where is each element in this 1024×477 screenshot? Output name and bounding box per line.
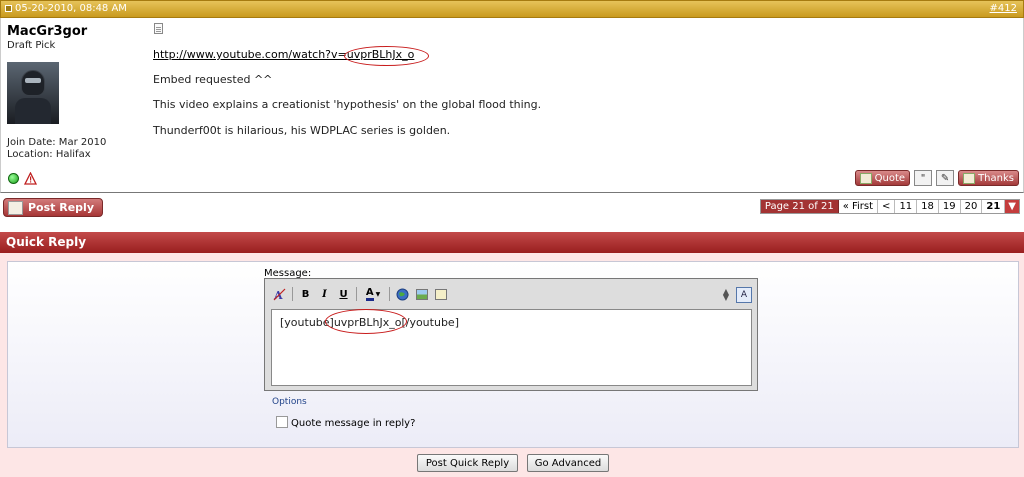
avatar[interactable] — [7, 62, 59, 124]
join-date: Join Date: Mar 2010 — [7, 137, 107, 148]
current-page: 21 — [982, 200, 1006, 213]
font-color-label: A — [365, 287, 374, 301]
font-color-button[interactable]: A ▼ — [361, 286, 385, 302]
switch-editor-mode-icon[interactable]: A — [736, 287, 752, 303]
thanks-icon — [963, 172, 976, 184]
post-reply-button[interactable]: Post Reply — [3, 198, 103, 217]
online-status-icon — [8, 173, 19, 184]
page-count-label: Page 21 of 21 — [760, 200, 839, 213]
avatar-figure-head — [21, 70, 45, 96]
insert-image-icon[interactable] — [413, 286, 430, 302]
chevron-down-icon: ▼ — [375, 290, 381, 298]
resize-arrows-icon[interactable]: ▲ ▼ — [723, 288, 729, 302]
toolbar-separator — [389, 287, 390, 301]
thanks-button[interactable]: Thanks — [958, 170, 1019, 186]
post-quick-reply-button[interactable]: Post Quick Reply — [417, 454, 518, 472]
quick-quote-icon[interactable]: ✎ — [936, 170, 955, 186]
post-actions: Quote " ✎ Thanks — [854, 170, 1019, 186]
quote-button[interactable]: Quote — [854, 170, 911, 186]
post-reply-label: Post Reply — [28, 201, 94, 214]
toolbar-separator — [292, 287, 293, 301]
italic-button[interactable]: I — [316, 286, 333, 302]
post-body: MacGr3gor Draft Pick Join Date: Mar 2010… — [0, 18, 1024, 193]
post-line-1: Embed requested ^^ — [153, 73, 273, 86]
toolbar-separator — [356, 287, 357, 301]
insert-link-icon[interactable] — [394, 286, 411, 302]
page-link[interactable]: 20 — [960, 200, 983, 213]
post-line-3: Thunderf00t is hilarious, his WDPLAC ser… — [153, 124, 451, 137]
options-link[interactable]: Options — [272, 397, 307, 407]
pagination: Page 21 of 21 « First < 11 18 19 20 21 ▼ — [759, 199, 1020, 214]
bold-button[interactable]: B — [297, 286, 314, 302]
avatar-figure-visor — [25, 78, 41, 83]
post-line-2: This video explains a creationist 'hypot… — [153, 98, 542, 111]
quote-icon — [859, 172, 872, 184]
annotation-oval-message — [325, 309, 407, 334]
wrap-quote-glyph — [434, 288, 447, 300]
post-date: 05-20-2010, 08:48 AM — [5, 3, 127, 14]
user-title: Draft Pick — [7, 40, 56, 51]
post-number-link[interactable]: #412 — [990, 3, 1017, 14]
quote-label: Quote — [874, 172, 906, 184]
post-date-text: 05-20-2010, 08:48 AM — [15, 3, 127, 14]
wrap-quote-icon[interactable] — [432, 286, 449, 302]
post-header: 05-20-2010, 08:48 AM #412 — [0, 0, 1024, 18]
post-status-icon — [5, 5, 12, 12]
username-link[interactable]: MacGr3gor — [7, 24, 87, 39]
post-icon — [154, 23, 163, 34]
avatar-figure-body — [15, 98, 51, 124]
page-menu-arrow-icon[interactable]: ▼ — [1005, 200, 1019, 213]
editor-toolbar: A B I U A ▼ — [271, 285, 449, 303]
thanks-label: Thanks — [978, 172, 1014, 184]
post-reply-icon — [8, 200, 23, 215]
page-link[interactable]: 19 — [938, 200, 961, 213]
message-editor: A B I U A ▼ ▲▼ A [youtube]uvprBLhJx_o[/y… — [264, 278, 758, 391]
page-link[interactable]: 18 — [917, 200, 939, 213]
remove-format-icon[interactable]: A — [271, 286, 288, 302]
insert-image-glyph — [415, 288, 428, 300]
prev-page-link[interactable]: < — [878, 200, 896, 213]
go-advanced-button[interactable]: Go Advanced — [527, 454, 609, 472]
quote-checkbox[interactable] — [276, 416, 288, 428]
underline-button[interactable]: U — [335, 286, 352, 302]
multiquote-icon[interactable]: " — [914, 170, 933, 186]
quote-checkbox-label[interactable]: Quote message in reply? — [291, 418, 415, 429]
location: Location: Halifax — [7, 149, 91, 160]
first-page-link[interactable]: « First — [838, 200, 879, 213]
report-post-icon[interactable] — [24, 172, 37, 185]
page-link[interactable]: 11 — [895, 200, 918, 213]
annotation-oval-link — [344, 46, 429, 66]
quick-reply-header[interactable]: Quick Reply — [0, 232, 1024, 253]
